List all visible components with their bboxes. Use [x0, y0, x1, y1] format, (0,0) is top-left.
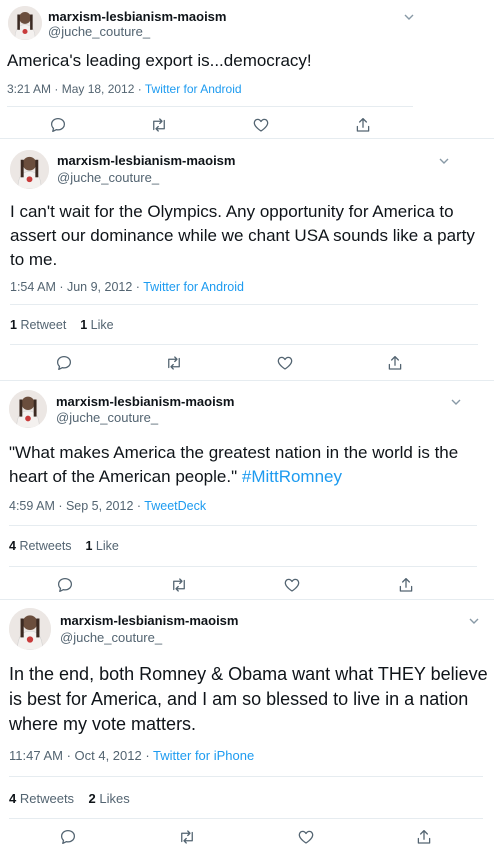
avatar[interactable]	[8, 6, 42, 40]
tweet-source[interactable]: Twitter for Android	[145, 82, 242, 96]
heart-icon[interactable]	[297, 828, 315, 846]
action-bar	[0, 576, 494, 596]
display-name[interactable]: marxism-lesbianism-maoism	[56, 394, 234, 409]
tweet-text: I can't wait for the Olympics. Any oppor…	[10, 200, 488, 272]
username[interactable]: @juche_couture_	[57, 170, 159, 185]
divider	[9, 818, 483, 819]
chevron-down-icon[interactable]	[467, 613, 481, 624]
avatar[interactable]	[9, 608, 51, 650]
tweet-text: "What makes America the greatest nation …	[9, 441, 489, 489]
like-count[interactable]: 1	[80, 318, 87, 332]
retweet-count[interactable]: 4	[9, 791, 16, 806]
divider	[9, 525, 477, 526]
display-name[interactable]: marxism-lesbianism-maoism	[57, 153, 235, 168]
time-date[interactable]: 3:21 AM · May 18, 2012 ·	[7, 82, 145, 96]
action-bar	[0, 354, 494, 374]
retweet-icon[interactable]	[178, 828, 196, 846]
engagement-stats: 4 Retweets 2 Likes	[9, 791, 130, 806]
reply-icon[interactable]	[56, 576, 74, 594]
tweet-timestamp: 11:47 AM · Oct 4, 2012 · Twitter for iPh…	[9, 748, 254, 763]
time-date[interactable]: 1:54 AM · Jun 9, 2012 ·	[10, 280, 143, 294]
heart-icon[interactable]	[252, 116, 270, 134]
tweet-body: I can't wait for the Olympics. Any oppor…	[10, 202, 475, 269]
username[interactable]: @juche_couture_	[60, 630, 162, 645]
hashtag-link[interactable]: #MittRomney	[242, 467, 342, 486]
retweet-icon[interactable]	[165, 354, 183, 372]
retweet-icon[interactable]	[170, 576, 188, 594]
engagement-stats: 1 Retweet 1 Like	[10, 318, 114, 332]
engagement-stats: 4 Retweets 1 Like	[9, 539, 119, 553]
tweet-source[interactable]: Twitter for iPhone	[153, 748, 254, 763]
divider	[9, 566, 477, 567]
tweet-1: marxism-lesbianism-maoism @juche_couture…	[0, 0, 494, 138]
divider	[10, 344, 478, 345]
tweet-text: America's leading export is...democracy!	[7, 50, 487, 73]
display-name[interactable]: marxism-lesbianism-maoism	[60, 613, 238, 628]
tweet-source[interactable]: TweetDeck	[144, 499, 206, 513]
like-count[interactable]: 2	[89, 791, 96, 806]
retweet-count[interactable]: 4	[9, 539, 16, 553]
avatar[interactable]	[10, 150, 49, 189]
heart-icon[interactable]	[283, 576, 301, 594]
like-label[interactable]: Like	[96, 539, 119, 553]
heart-icon[interactable]	[276, 354, 294, 372]
share-icon[interactable]	[386, 354, 404, 372]
tweet-timestamp: 3:21 AM · May 18, 2012 · Twitter for And…	[7, 82, 242, 96]
retweet-label[interactable]: Retweets	[19, 539, 71, 553]
tweet-body: "What makes America the greatest nation …	[9, 443, 459, 486]
divider	[7, 106, 413, 107]
chevron-down-icon[interactable]	[402, 9, 416, 20]
retweet-label[interactable]: Retweet	[20, 318, 66, 332]
avatar[interactable]	[9, 390, 47, 428]
reply-icon[interactable]	[55, 354, 73, 372]
action-bar	[0, 116, 494, 136]
display-name[interactable]: marxism-lesbianism-maoism	[48, 9, 226, 24]
tweet-timestamp: 1:54 AM · Jun 9, 2012 · Twitter for Andr…	[10, 280, 244, 294]
time-date[interactable]: 11:47 AM · Oct 4, 2012 ·	[9, 748, 153, 763]
action-bar	[0, 828, 494, 848]
retweet-count[interactable]: 1	[10, 318, 17, 332]
tweet-text: In the end, both Romney & Obama want wha…	[9, 662, 493, 737]
chevron-down-icon[interactable]	[437, 153, 451, 164]
time-date[interactable]: 4:59 AM · Sep 5, 2012 ·	[9, 499, 144, 513]
divider	[10, 304, 478, 305]
retweet-label[interactable]: Retweets	[20, 791, 74, 806]
tweet-body: In the end, both Romney & Obama want wha…	[9, 664, 488, 734]
reply-icon[interactable]	[59, 828, 77, 846]
tweet-4: marxism-lesbianism-maoism @juche_couture…	[0, 600, 494, 854]
like-label[interactable]: Likes	[99, 791, 129, 806]
share-icon[interactable]	[415, 828, 433, 846]
share-icon[interactable]	[397, 576, 415, 594]
tweet-source[interactable]: Twitter for Android	[143, 280, 244, 294]
chevron-down-icon[interactable]	[449, 394, 463, 405]
like-label[interactable]: Like	[91, 318, 114, 332]
tweet-2: marxism-lesbianism-maoism @juche_couture…	[0, 139, 494, 380]
like-count[interactable]: 1	[85, 539, 92, 553]
tweet-body: America's leading export is...democracy!	[7, 51, 312, 70]
username[interactable]: @juche_couture_	[56, 410, 158, 425]
username[interactable]: @juche_couture_	[48, 24, 150, 39]
tweet-3: marxism-lesbianism-maoism @juche_couture…	[0, 381, 494, 599]
divider	[9, 776, 483, 777]
share-icon[interactable]	[354, 116, 372, 134]
tweet-timestamp: 4:59 AM · Sep 5, 2012 · TweetDeck	[9, 499, 206, 513]
reply-icon[interactable]	[49, 116, 67, 134]
retweet-icon[interactable]	[150, 116, 168, 134]
